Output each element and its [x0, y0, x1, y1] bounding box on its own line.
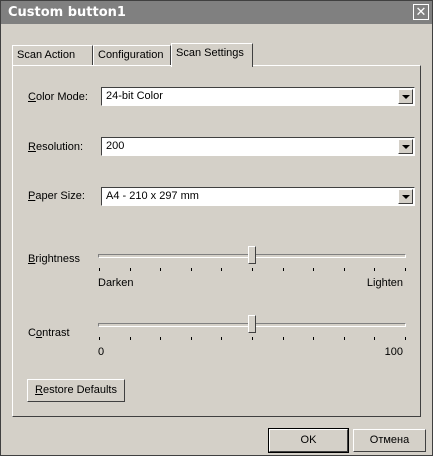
- slider-tick: [99, 268, 100, 271]
- contrast-min-label: 0: [98, 346, 105, 358]
- brightness-max-label: Lighten: [366, 277, 403, 289]
- scan-settings-panel: Color Mode: 24-bit Color Resolution: 200…: [12, 65, 421, 417]
- slider-tick: [221, 268, 223, 271]
- tab-scan-action[interactable]: Scan Action: [12, 45, 93, 65]
- slider-tick: [99, 337, 100, 340]
- chevron-down-icon[interactable]: [398, 89, 413, 104]
- slider-tick: [160, 337, 162, 340]
- resolution-label: Resolution:: [28, 141, 84, 153]
- slider-tick: [252, 268, 253, 271]
- brightness-slider-thumb[interactable]: [248, 246, 256, 264]
- chevron-down-icon[interactable]: [398, 189, 413, 204]
- slider-tick: [190, 337, 192, 340]
- slider-tick: [405, 268, 406, 271]
- title-bar[interactable]: Custom button1 ✕: [1, 1, 432, 24]
- slider-tick: [252, 337, 253, 340]
- brightness-label: Brightness: [28, 253, 80, 265]
- restore-defaults-button[interactable]: Restore Defaults: [27, 379, 125, 402]
- tab-scan-settings-label: Scan Settings: [176, 47, 244, 59]
- brightness-min-label: Darken: [98, 277, 134, 289]
- slider-tick: [282, 268, 284, 271]
- slider-tick: [282, 337, 284, 340]
- slider-tick: [313, 337, 315, 340]
- tab-scan-action-label: Scan Action: [17, 49, 76, 61]
- color-mode-value: 24-bit Color: [106, 90, 163, 102]
- contrast-slider-thumb[interactable]: [248, 315, 256, 333]
- contrast-label: Contrast: [28, 327, 70, 339]
- slider-tick: [129, 268, 131, 271]
- paper-size-select[interactable]: A4 - 210 x 297 mm: [101, 187, 415, 206]
- slider-tick: [160, 268, 162, 271]
- slider-tick: [374, 337, 376, 340]
- slider-tick: [343, 337, 345, 340]
- cancel-button[interactable]: Отмена: [353, 429, 426, 452]
- color-mode-label: Color Mode:: [28, 91, 88, 103]
- tab-configuration-label: Configuration: [98, 49, 164, 61]
- slider-tick: [343, 268, 345, 271]
- dialog-window: Custom button1 ✕ Scan Action Configurati…: [0, 0, 433, 456]
- window-title: Custom button1: [8, 5, 126, 20]
- resolution-select[interactable]: 200: [101, 137, 415, 156]
- slider-tick: [221, 337, 223, 340]
- resolution-value: 200: [106, 140, 125, 152]
- contrast-max-label: 100: [384, 346, 403, 358]
- chevron-down-icon[interactable]: [398, 139, 413, 154]
- paper-size-value: A4 - 210 x 297 mm: [106, 190, 199, 202]
- slider-tick: [313, 268, 315, 271]
- tab-scan-settings[interactable]: Scan Settings: [171, 43, 253, 67]
- slider-tick: [405, 337, 406, 340]
- slider-tick: [129, 337, 131, 340]
- tab-configuration[interactable]: Configuration: [93, 45, 171, 65]
- ok-button[interactable]: OK: [268, 428, 349, 453]
- slider-tick: [190, 268, 192, 271]
- close-icon[interactable]: ✕: [413, 4, 429, 20]
- slider-tick: [374, 268, 376, 271]
- paper-size-label: Paper Size:: [28, 190, 85, 202]
- color-mode-select[interactable]: 24-bit Color: [101, 87, 415, 106]
